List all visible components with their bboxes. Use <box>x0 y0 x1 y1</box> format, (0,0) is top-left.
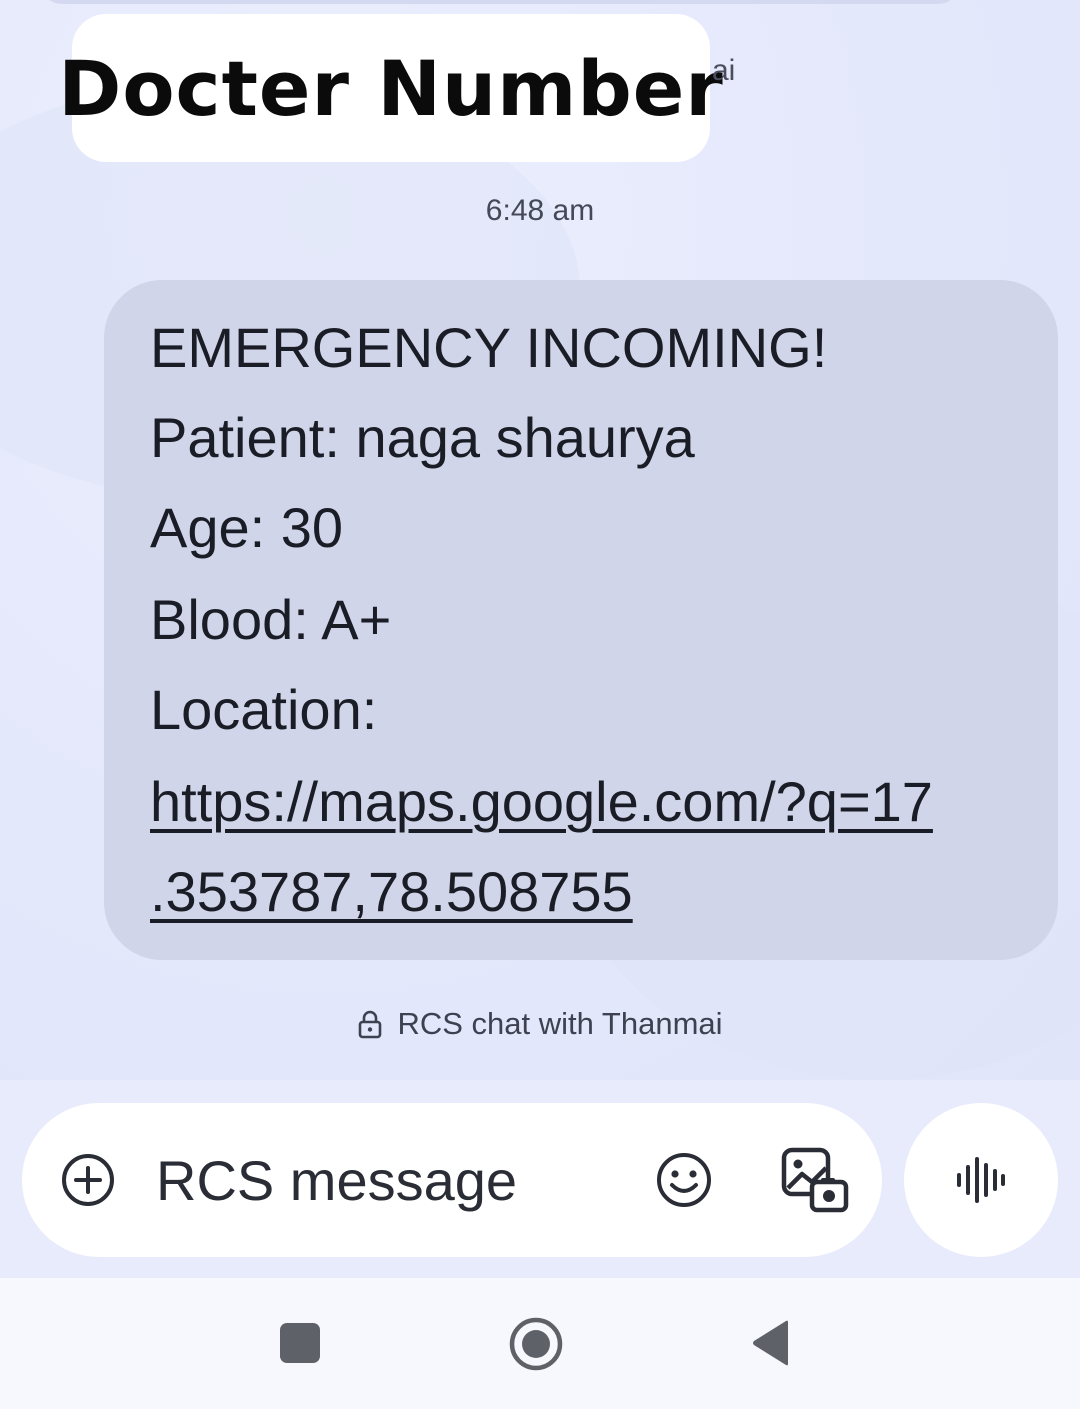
location-link-text[interactable]: https://maps.google.com/?q=17 <box>150 770 933 833</box>
gallery-icon[interactable] <box>780 1146 850 1216</box>
message-line-blood: Blood: A+ <box>150 588 392 651</box>
voice-waveform-icon <box>957 1157 1005 1203</box>
message-timestamp: 6:48 am <box>485 194 595 227</box>
back-triangle-icon[interactable] <box>750 1319 792 1367</box>
circle-icon[interactable] <box>508 1316 564 1372</box>
location-link-part1[interactable]: https://maps.google.com/?q=17 <box>150 770 933 834</box>
message-input[interactable]: RCS message <box>156 1148 517 1213</box>
sticker-message[interactable]: Docter Number <box>58 14 723 162</box>
message-line-location: Location: <box>150 678 378 741</box>
rcs-chat-info: RCS chat with Thanmai <box>0 1006 1080 1042</box>
rcs-chat-text: RCS chat with Thanmai <box>397 1006 723 1041</box>
message-line-age: Age: 30 <box>150 496 344 559</box>
location-link-text[interactable]: .353787,78.508755 <box>150 860 633 923</box>
location-link-part2[interactable]: .353787,78.508755 <box>150 860 633 924</box>
plus-circle-icon[interactable] <box>60 1152 116 1208</box>
partial-label: ai <box>712 54 736 87</box>
voice-message-button[interactable] <box>904 1103 1058 1257</box>
message-line-emergency: EMERGENCY INCOMING! <box>150 316 828 379</box>
lock-icon <box>359 1010 382 1039</box>
emoji-icon[interactable] <box>654 1150 714 1210</box>
system-navigation-bar <box>0 1278 1080 1409</box>
message-line-patient: Patient: naga shaurya <box>150 406 695 469</box>
previous-message-edge <box>40 0 960 4</box>
sticker-text: Docter Number <box>58 43 724 133</box>
square-icon[interactable] <box>280 1323 320 1363</box>
message-bubble[interactable]: EMERGENCY INCOMING! Patient: naga shaury… <box>104 280 1058 960</box>
